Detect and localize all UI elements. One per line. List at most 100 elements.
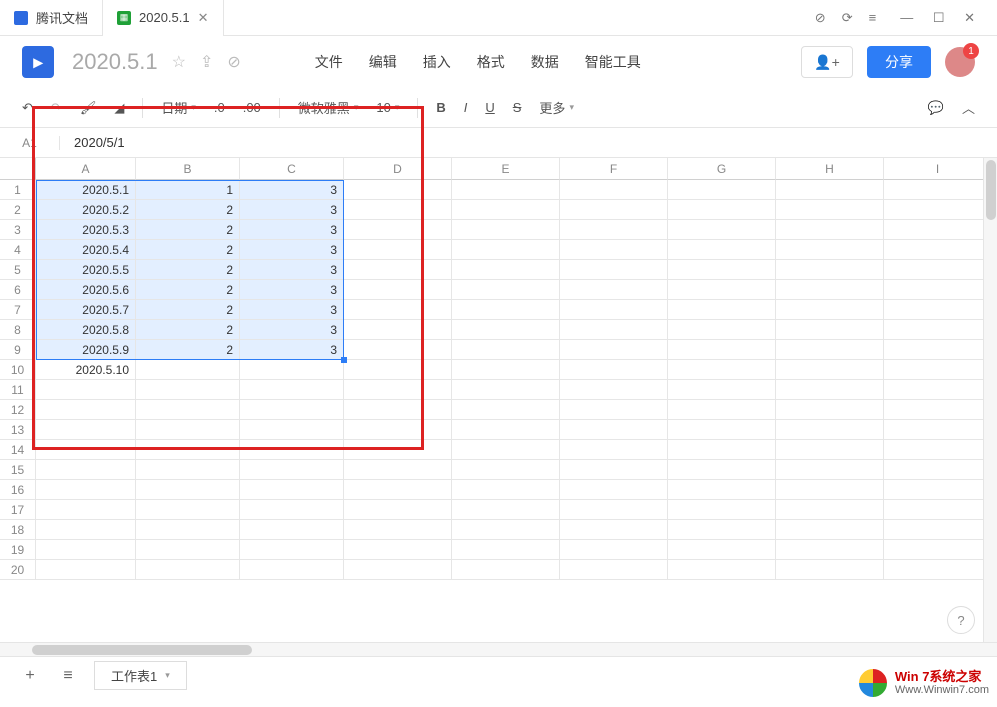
- cell[interactable]: [344, 300, 452, 320]
- cell[interactable]: [884, 500, 992, 520]
- cell[interactable]: [452, 440, 560, 460]
- cell[interactable]: [884, 520, 992, 540]
- cell[interactable]: [240, 540, 344, 560]
- cell[interactable]: 3: [240, 260, 344, 280]
- cell[interactable]: [884, 320, 992, 340]
- refresh-icon[interactable]: ⟳: [842, 10, 853, 26]
- cell[interactable]: 2: [136, 300, 240, 320]
- vertical-scrollbar[interactable]: [983, 158, 997, 656]
- cell[interactable]: [560, 280, 668, 300]
- cell[interactable]: 3: [240, 220, 344, 240]
- cell[interactable]: [668, 180, 776, 200]
- cell[interactable]: [560, 200, 668, 220]
- cell[interactable]: 2: [136, 340, 240, 360]
- cell[interactable]: [36, 520, 136, 540]
- cell[interactable]: [668, 380, 776, 400]
- cell[interactable]: [36, 380, 136, 400]
- increase-decimal-button[interactable]: .00: [243, 100, 261, 115]
- cell[interactable]: [884, 180, 992, 200]
- add-sheet-button[interactable]: +: [18, 664, 42, 688]
- cell[interactable]: [240, 360, 344, 380]
- cell[interactable]: 2020.5.2: [36, 200, 136, 220]
- cell[interactable]: [668, 280, 776, 300]
- column-header[interactable]: I: [884, 158, 992, 180]
- column-header[interactable]: E: [452, 158, 560, 180]
- cell[interactable]: [36, 480, 136, 500]
- cell[interactable]: [452, 400, 560, 420]
- column-header[interactable]: B: [136, 158, 240, 180]
- cell[interactable]: [344, 380, 452, 400]
- avatar[interactable]: 1: [945, 47, 975, 77]
- cell[interactable]: [136, 560, 240, 580]
- cell[interactable]: [668, 480, 776, 500]
- cell[interactable]: [776, 500, 884, 520]
- column-header[interactable]: F: [560, 158, 668, 180]
- cell[interactable]: [344, 400, 452, 420]
- cell[interactable]: [344, 340, 452, 360]
- column-header[interactable]: H: [776, 158, 884, 180]
- row-header[interactable]: 4: [0, 240, 36, 260]
- comment-icon[interactable]: 💬: [928, 100, 944, 116]
- menu-insert[interactable]: 插入: [423, 52, 451, 72]
- more-button[interactable]: 更多▾: [539, 98, 574, 117]
- cell[interactable]: [776, 320, 884, 340]
- cell[interactable]: 3: [240, 180, 344, 200]
- close-button[interactable]: ✕: [956, 10, 983, 25]
- cell[interactable]: 2020.5.9: [36, 340, 136, 360]
- collapse-toolbar-icon[interactable]: ︿: [962, 98, 975, 117]
- cell[interactable]: [344, 260, 452, 280]
- cell[interactable]: [668, 260, 776, 280]
- cell[interactable]: [776, 460, 884, 480]
- sheet-tab[interactable]: 工作表1 ▾: [94, 661, 187, 690]
- cell[interactable]: [136, 380, 240, 400]
- cell[interactable]: [452, 560, 560, 580]
- close-icon[interactable]: ✕: [198, 10, 209, 26]
- cell[interactable]: [560, 440, 668, 460]
- cell[interactable]: [136, 540, 240, 560]
- cell[interactable]: [36, 400, 136, 420]
- row-header[interactable]: 1: [0, 180, 36, 200]
- cell[interactable]: [560, 480, 668, 500]
- cell[interactable]: [776, 340, 884, 360]
- cell[interactable]: [776, 200, 884, 220]
- horizontal-scrollbar[interactable]: [0, 642, 997, 656]
- cell[interactable]: [452, 420, 560, 440]
- select-all-corner[interactable]: [0, 158, 36, 180]
- cell[interactable]: [884, 560, 992, 580]
- cell[interactable]: [344, 460, 452, 480]
- cell[interactable]: [884, 280, 992, 300]
- cell[interactable]: [344, 280, 452, 300]
- cell[interactable]: [240, 460, 344, 480]
- sheet-list-button[interactable]: ≡: [56, 664, 80, 688]
- cell[interactable]: [560, 360, 668, 380]
- cell[interactable]: 2: [136, 240, 240, 260]
- cell[interactable]: [884, 360, 992, 380]
- cell[interactable]: [344, 480, 452, 500]
- cell[interactable]: [560, 460, 668, 480]
- cell[interactable]: 2: [136, 260, 240, 280]
- cell[interactable]: [776, 360, 884, 380]
- cell[interactable]: [668, 420, 776, 440]
- cell[interactable]: [668, 240, 776, 260]
- cell[interactable]: 3: [240, 200, 344, 220]
- cell[interactable]: 3: [240, 300, 344, 320]
- cell[interactable]: [452, 520, 560, 540]
- cell[interactable]: [452, 300, 560, 320]
- cell[interactable]: [668, 540, 776, 560]
- column-header[interactable]: D: [344, 158, 452, 180]
- menu-icon[interactable]: ≡: [869, 10, 877, 25]
- cell[interactable]: [776, 280, 884, 300]
- cell[interactable]: [452, 320, 560, 340]
- cell[interactable]: [452, 180, 560, 200]
- undo-button[interactable]: ↶: [22, 100, 33, 116]
- row-header[interactable]: 3: [0, 220, 36, 240]
- column-header[interactable]: C: [240, 158, 344, 180]
- cell[interactable]: [240, 500, 344, 520]
- clear-format-button[interactable]: ◢: [114, 100, 124, 116]
- cell[interactable]: [560, 240, 668, 260]
- cell[interactable]: [776, 400, 884, 420]
- cell[interactable]: [344, 220, 452, 240]
- cell[interactable]: [560, 540, 668, 560]
- cell[interactable]: [668, 300, 776, 320]
- cell[interactable]: [36, 560, 136, 580]
